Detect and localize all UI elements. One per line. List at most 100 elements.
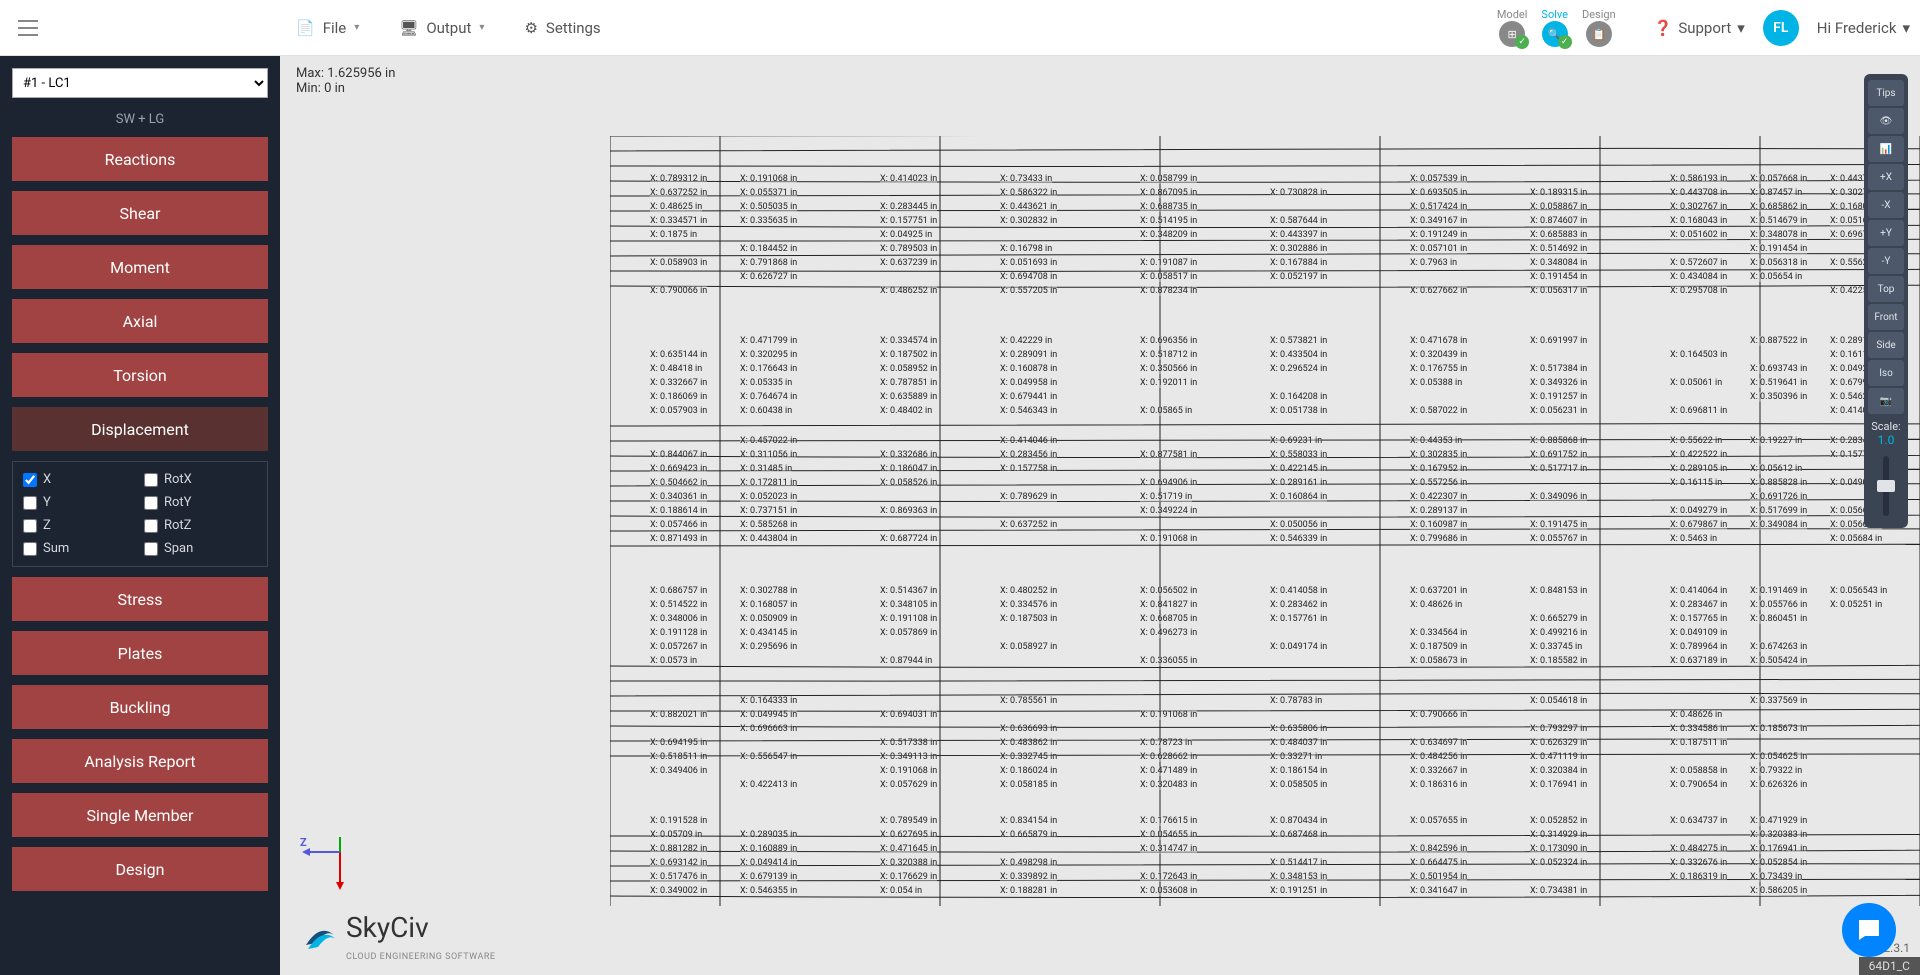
- displacement-value: X: 0.191249 in: [1410, 230, 1467, 240]
- displacement-value: X: 0.637252 in: [1000, 520, 1057, 530]
- view-py-button[interactable]: +Y: [1868, 220, 1904, 246]
- displacement-value: X: 0.73433 in: [1000, 174, 1052, 184]
- displacement-value: X: 0.332676 in: [1670, 858, 1727, 868]
- tips-button[interactable]: Tips: [1868, 80, 1904, 106]
- displacement-value: X: 0.05654 in: [1750, 272, 1802, 282]
- displacement-value: X: 0.187509 in: [1410, 642, 1467, 652]
- check-rotz[interactable]: RotZ: [144, 518, 257, 533]
- screenshot-button[interactable]: 📷: [1868, 388, 1904, 414]
- displacement-value: X: 0.514679 in: [1750, 216, 1807, 226]
- displacement-value: X: 0.049109 in: [1670, 628, 1727, 638]
- user-menu[interactable]: Hi Frederick ▾: [1817, 19, 1910, 37]
- displacement-value: X: 0.878234 in: [1140, 286, 1197, 296]
- view-mx-button[interactable]: -X: [1868, 192, 1904, 218]
- step-solve[interactable]: Solve 🔍✓: [1541, 8, 1568, 47]
- displacement-value: X: 0.167952 in: [1410, 464, 1467, 474]
- displacement-value: X: 0.587644 in: [1270, 216, 1327, 226]
- view-front-button[interactable]: Front: [1868, 304, 1904, 330]
- check-y[interactable]: Y: [23, 495, 136, 510]
- displacement-value: X: 0.688735 in: [1140, 202, 1197, 212]
- single-member-button[interactable]: Single Member: [12, 793, 268, 837]
- support-menu[interactable]: ❓ Support ▾: [1654, 19, 1745, 37]
- view-side-button[interactable]: Side: [1868, 332, 1904, 358]
- reactions-button[interactable]: Reactions: [12, 137, 268, 181]
- displacement-button[interactable]: Displacement: [12, 407, 268, 451]
- displacement-value: X: 0.519641 in: [1750, 378, 1807, 388]
- displacement-value: X: 0.349084 in: [1750, 520, 1807, 530]
- buckling-button[interactable]: Buckling: [12, 685, 268, 729]
- skyciv-logo: SkyCiv CLOUD ENGINEERING SOFTWARE: [298, 911, 496, 963]
- slider-thumb[interactable]: [1877, 480, 1895, 492]
- structural-model-viewport[interactable]: X: 0.789312 inX: 0.637252 inX: 0.48625 i…: [610, 136, 1920, 906]
- displacement-value: X: 0.685883 in: [1530, 230, 1587, 240]
- displacement-value: X: 0.635889 in: [880, 392, 937, 402]
- view-px-button[interactable]: +X: [1868, 164, 1904, 190]
- settings-label: Settings: [546, 19, 601, 37]
- displacement-value: X: 0.44353 in: [1410, 436, 1462, 446]
- check-span[interactable]: Span: [144, 541, 257, 556]
- displacement-value: X: 0.885868 in: [1530, 436, 1587, 446]
- scale-slider[interactable]: [1883, 456, 1889, 516]
- view-my-button[interactable]: -Y: [1868, 248, 1904, 274]
- displacement-value: X: 0.056543 in: [1830, 586, 1887, 596]
- displacement-value: X: 0.173090 in: [1530, 844, 1587, 854]
- displacement-value: X: 0.334574 in: [880, 336, 937, 346]
- intercom-chat-button[interactable]: [1842, 903, 1896, 957]
- view-top-button[interactable]: Top: [1868, 276, 1904, 302]
- check-x[interactable]: X: [23, 472, 136, 487]
- displacement-value: X: 0.514367 in: [880, 586, 937, 596]
- displacement-value: X: 0.471645 in: [880, 844, 937, 854]
- analysis-report-button[interactable]: Analysis Report: [12, 739, 268, 783]
- displacement-value: X: 0.422145 in: [1270, 464, 1327, 474]
- view-iso-button[interactable]: Iso: [1868, 360, 1904, 386]
- displacement-value: X: 0.869363 in: [880, 506, 937, 516]
- check-roty[interactable]: RotY: [144, 495, 257, 510]
- displacement-value: X: 0.056317 in: [1530, 286, 1587, 296]
- output-menu[interactable]: 🖥 Output ▾: [399, 19, 484, 37]
- moment-button[interactable]: Moment: [12, 245, 268, 289]
- displacement-value: X: 0.339892 in: [1000, 872, 1057, 882]
- displacement-value: X: 0.471119 in: [1530, 752, 1587, 762]
- results-button[interactable]: 📊: [1868, 136, 1904, 162]
- displacement-value: X: 0.176941 in: [1530, 780, 1587, 790]
- displacement-value: X: 0.499216 in: [1530, 628, 1587, 638]
- torsion-button[interactable]: Torsion: [12, 353, 268, 397]
- chevron-down-icon: ▾: [354, 22, 359, 33]
- displacement-value: X: 0.052197 in: [1270, 272, 1327, 282]
- displacement-value: X: 0.69231 in: [1270, 436, 1322, 446]
- displacement-value: X: 0.191251 in: [1270, 886, 1327, 896]
- displacement-value: X: 0.057903 in: [650, 406, 707, 416]
- file-menu[interactable]: 📄 File ▾: [296, 19, 359, 37]
- displacement-value: X: 0.05684 in: [1830, 534, 1882, 544]
- displacement-value: X: 0.443397 in: [1270, 230, 1327, 240]
- displacement-value: X: 0.320383 in: [1750, 830, 1807, 840]
- plates-button[interactable]: Plates: [12, 631, 268, 675]
- displacement-value: X: 0.486252 in: [880, 286, 937, 296]
- check-z[interactable]: Z: [23, 518, 136, 533]
- shear-button[interactable]: Shear: [12, 191, 268, 235]
- displacement-value: X: 0.302835 in: [1410, 450, 1467, 460]
- settings-menu[interactable]: ⚙ Settings: [524, 19, 600, 37]
- displacement-value: X: 0.058903 in: [650, 258, 707, 268]
- check-rotx[interactable]: RotX: [144, 472, 257, 487]
- visibility-button[interactable]: 👁: [1868, 108, 1904, 134]
- user-avatar[interactable]: FL: [1763, 10, 1799, 46]
- check-sum[interactable]: Sum: [23, 541, 136, 556]
- displacement-value: X: 0.157761 in: [1270, 614, 1327, 624]
- displacement-value: X: 0.337569 in: [1750, 696, 1807, 706]
- axial-button[interactable]: Axial: [12, 299, 268, 343]
- load-case-select[interactable]: #1 - LC1: [12, 68, 268, 98]
- displacement-value: X: 0.55622 in: [1670, 436, 1722, 446]
- hamburger-menu[interactable]: [10, 10, 46, 46]
- design-button[interactable]: Design: [12, 847, 268, 891]
- step-design[interactable]: Design 📋: [1582, 8, 1616, 47]
- displacement-value: X: 0.664475 in: [1410, 858, 1467, 868]
- stress-button[interactable]: Stress: [12, 577, 268, 621]
- step-model[interactable]: Model ⊞✓: [1497, 8, 1528, 47]
- displacement-value: X: 0.054655 in: [1140, 830, 1197, 840]
- displacement-value: X: 0.443621 in: [1000, 202, 1057, 212]
- displacement-value: X: 0.054618 in: [1530, 696, 1587, 706]
- displacement-value: X: 0.627695 in: [880, 830, 937, 840]
- model-canvas[interactable]: Max: 1.625956 in Min: 0 in X: 0.789312 i…: [280, 56, 1920, 975]
- displacement-value: X: 0.694708 in: [1000, 272, 1057, 282]
